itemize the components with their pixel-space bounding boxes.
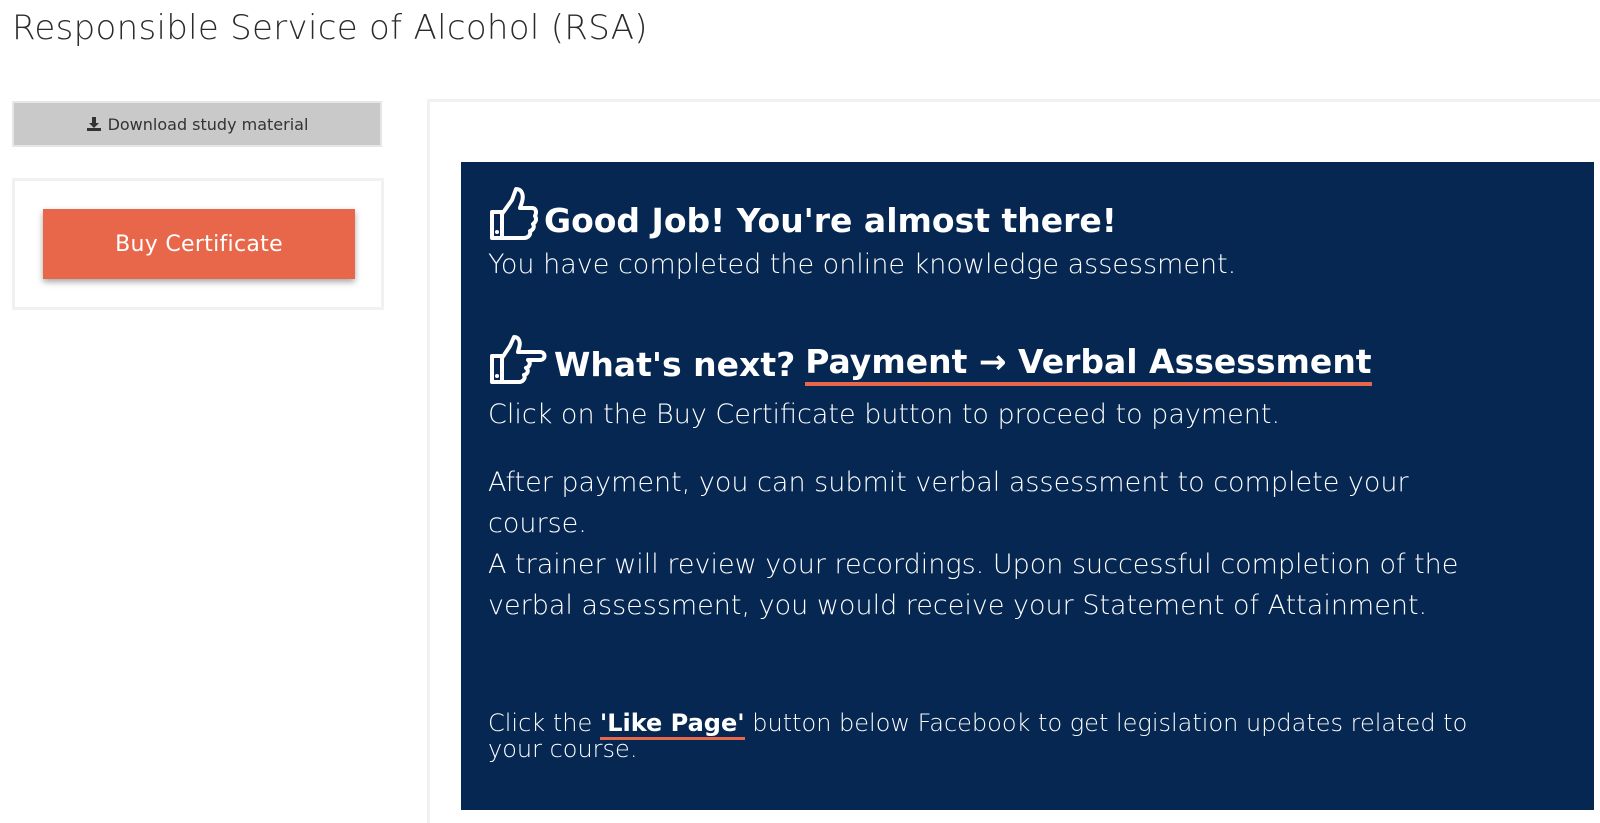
facebook-note-line-2: your course. — [488, 735, 638, 763]
download-label: Download study material — [107, 114, 309, 134]
page: Responsible Service of Alcohol (RSA) Dow… — [0, 0, 1600, 823]
heading-payment-steps: Payment → Verbal Assessment — [805, 342, 1372, 386]
facebook-note-prefix: Click the — [488, 709, 593, 737]
facebook-like-note: Click the 'Like Page' button below Faceb… — [488, 709, 1468, 740]
heading-whats-next: What's next? Payment → Verbal Assessment — [488, 334, 1372, 386]
heading-good-job: Good Job! You're almost there! — [488, 186, 1117, 242]
after-payment-line-3: A trainer will review your recordings. U… — [488, 549, 1459, 580]
heading-whats-next-prefix: What's next? — [554, 345, 796, 384]
buy-certificate-button[interactable]: Buy Certificate — [43, 209, 355, 279]
hand-pointing-icon — [488, 334, 548, 386]
thumbs-up-icon — [488, 186, 538, 242]
page-title: Responsible Service of Alcohol (RSA) — [12, 8, 648, 48]
assessment-completed-text: You have completed the online knowledge … — [488, 249, 1237, 280]
after-payment-line-4: verbal assessment, you would receive you… — [488, 590, 1428, 621]
facebook-note-suffix: button below Facebook to get legislation… — [752, 709, 1468, 737]
buy-certificate-panel: Buy Certificate — [12, 178, 384, 310]
after-payment-line-1: After payment, you can submit verbal ass… — [488, 467, 1409, 498]
after-payment-line-2: course. — [488, 508, 587, 539]
buy-certificate-instruction: Click on the Buy Certificate button to p… — [488, 399, 1281, 430]
heading-good-job-text: Good Job! You're almost there! — [544, 201, 1117, 240]
download-study-material-button[interactable]: Download study material — [12, 101, 382, 147]
completion-message-panel: Good Job! You're almost there! You have … — [461, 162, 1594, 810]
download-icon — [86, 116, 102, 132]
